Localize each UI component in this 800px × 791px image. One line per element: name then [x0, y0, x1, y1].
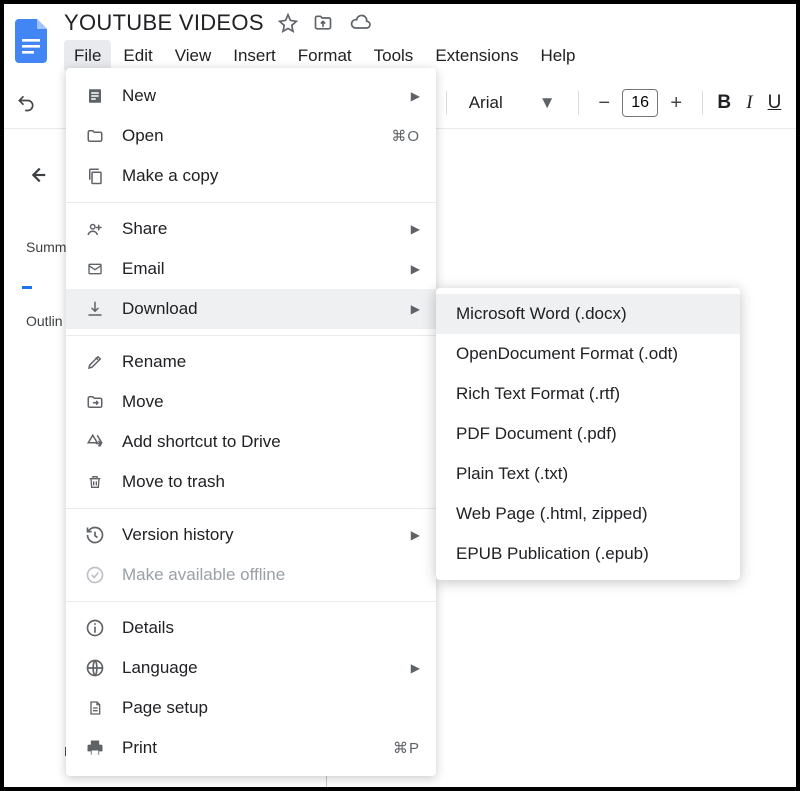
menu-item-trash[interactable]: Move to trash [66, 462, 436, 502]
menu-item-share[interactable]: Share ▶ [66, 209, 436, 249]
font-size-decrease-button[interactable]: − [590, 89, 618, 117]
menu-extensions[interactable]: Extensions [425, 40, 528, 72]
titlebar: YOUTUBE VIDEOS File Edit View Insert For… [4, 4, 796, 72]
bold-button[interactable]: B [715, 87, 734, 119]
download-icon [84, 298, 106, 320]
outline-pane: Summ Outlin [4, 154, 64, 329]
copy-icon [84, 165, 106, 187]
cloud-status-icon[interactable] [348, 13, 372, 33]
underline-button[interactable]: U [765, 87, 784, 119]
document-title[interactable]: YOUTUBE VIDEOS [64, 10, 264, 36]
menu-divider [66, 202, 436, 203]
menu-item-new[interactable]: New ▶ [66, 76, 436, 116]
menu-item-email[interactable]: Email ▶ [66, 249, 436, 289]
menu-item-download[interactable]: Download ▶ [66, 289, 436, 329]
print-icon [84, 737, 106, 759]
outline-cursor-indicator [22, 286, 32, 289]
toolbar-separator [702, 91, 703, 115]
move-folder-icon[interactable] [312, 13, 334, 33]
menu-item-label: Print [122, 738, 157, 758]
toolbar-separator [578, 91, 579, 115]
offline-icon [84, 564, 106, 586]
menu-item-label: Language [122, 658, 198, 678]
submenu-arrow-icon: ▶ [411, 302, 420, 316]
docs-logo-icon[interactable] [12, 15, 52, 67]
toolbar-separator [446, 91, 447, 115]
font-size-group: − 16 + [590, 89, 690, 117]
share-icon [84, 218, 106, 240]
submenu-arrow-icon: ▶ [411, 661, 420, 675]
download-option-txt[interactable]: Plain Text (.txt) [436, 454, 740, 494]
move-icon [84, 391, 106, 413]
chevron-down-icon: ▼ [539, 93, 556, 113]
menu-item-label: Move [122, 392, 164, 412]
menu-item-label: Details [122, 618, 174, 638]
font-family-select[interactable]: Arial ▼ [459, 89, 566, 117]
menu-item-label: Download [122, 299, 198, 319]
menu-item-language[interactable]: Language ▶ [66, 648, 436, 688]
menu-item-page-setup[interactable]: Page setup [66, 688, 436, 728]
menu-item-print[interactable]: Print ⌘P [66, 728, 436, 768]
menu-item-label: Share [122, 219, 167, 239]
download-option-odt[interactable]: OpenDocument Format (.odt) [436, 334, 740, 374]
download-option-docx[interactable]: Microsoft Word (.docx) [436, 294, 740, 334]
star-icon[interactable] [278, 13, 298, 33]
rename-icon [84, 351, 106, 373]
outline-back-icon[interactable] [26, 164, 64, 191]
history-icon [84, 524, 106, 546]
document-icon [84, 85, 106, 107]
trash-icon [84, 471, 106, 493]
menu-item-add-shortcut[interactable]: Add shortcut to Drive [66, 422, 436, 462]
menu-divider [66, 601, 436, 602]
menu-item-version-history[interactable]: Version history ▶ [66, 515, 436, 555]
file-menu-dropdown: New ▶ Open ⌘O Make a copy Share ▶ Email … [66, 68, 436, 776]
menu-item-label: Open [122, 126, 164, 146]
menu-item-label: Version history [122, 525, 234, 545]
menu-item-label: Add shortcut to Drive [122, 432, 281, 452]
info-icon [84, 617, 106, 639]
menu-item-label: Email [122, 259, 165, 279]
font-family-value: Arial [469, 93, 503, 113]
page-icon [84, 697, 106, 719]
menu-item-label: Page setup [122, 698, 208, 718]
download-option-pdf[interactable]: PDF Document (.pdf) [436, 414, 740, 454]
menu-item-offline: Make available offline [66, 555, 436, 595]
submenu-arrow-icon: ▶ [411, 89, 420, 103]
folder-icon [84, 125, 106, 147]
undo-button[interactable] [16, 86, 36, 120]
keyboard-shortcut: ⌘O [391, 127, 420, 145]
download-option-rtf[interactable]: Rich Text Format (.rtf) [436, 374, 740, 414]
download-option-epub[interactable]: EPUB Publication (.epub) [436, 534, 740, 574]
menu-item-label: Rename [122, 352, 186, 372]
font-size-input[interactable]: 16 [622, 89, 658, 117]
menu-divider [66, 335, 436, 336]
menu-help[interactable]: Help [530, 40, 585, 72]
download-option-html[interactable]: Web Page (.html, zipped) [436, 494, 740, 534]
menu-item-label: Make a copy [122, 166, 218, 186]
italic-button[interactable]: I [740, 87, 759, 119]
menu-item-move[interactable]: Move [66, 382, 436, 422]
email-icon [84, 258, 106, 280]
submenu-arrow-icon: ▶ [411, 528, 420, 542]
menu-item-open[interactable]: Open ⌘O [66, 116, 436, 156]
menu-divider [66, 508, 436, 509]
font-size-increase-button[interactable]: + [662, 89, 690, 117]
menu-item-label: New [122, 86, 156, 106]
submenu-arrow-icon: ▶ [411, 262, 420, 276]
download-submenu: Microsoft Word (.docx) OpenDocument Form… [436, 288, 740, 580]
submenu-arrow-icon: ▶ [411, 222, 420, 236]
outline-heading-label: Outlin [26, 313, 64, 329]
drive-shortcut-icon [84, 431, 106, 453]
globe-icon [84, 657, 106, 679]
keyboard-shortcut: ⌘P [393, 739, 420, 757]
menu-item-make-copy[interactable]: Make a copy [66, 156, 436, 196]
menu-item-rename[interactable]: Rename [66, 342, 436, 382]
menu-item-details[interactable]: Details [66, 608, 436, 648]
menu-item-label: Move to trash [122, 472, 225, 492]
menu-item-label: Make available offline [122, 565, 285, 585]
outline-summary-label: Summ [26, 239, 64, 255]
